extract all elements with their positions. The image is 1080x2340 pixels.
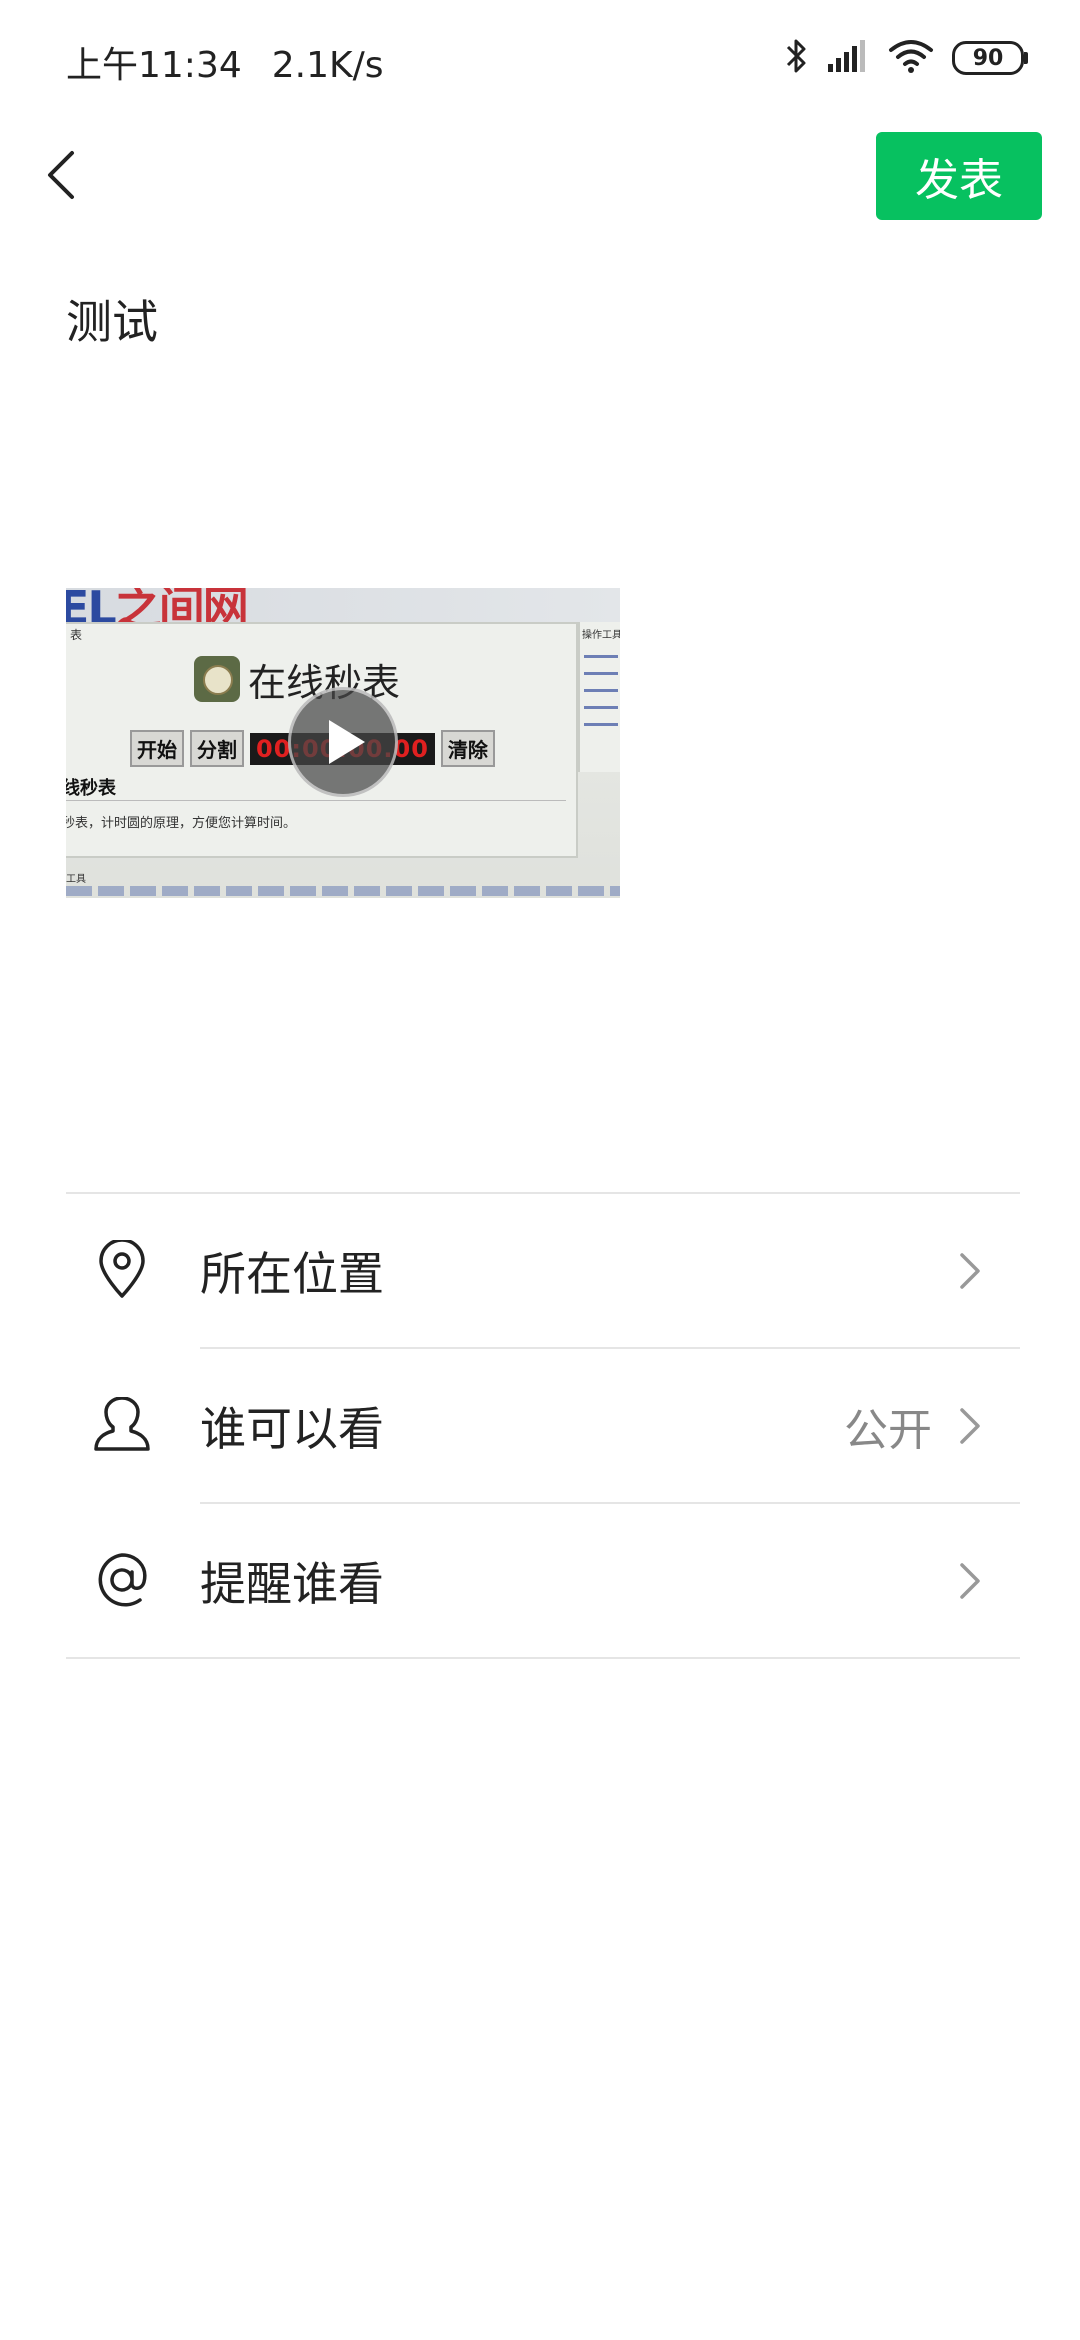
publish-button[interactable]: 发表 bbox=[876, 132, 1042, 220]
visibility-value: 公开 bbox=[844, 1405, 932, 1456]
video-thumbnail[interactable]: EL之间网 表 操作工具 在线秒表 开始 分割 00:00:00.00 清除 线… bbox=[66, 588, 620, 898]
stopwatch-icon bbox=[194, 656, 240, 702]
chevron-left-icon bbox=[48, 151, 74, 199]
video-clear-label: 清除 bbox=[440, 730, 495, 767]
play-icon bbox=[329, 720, 365, 764]
video-side-link bbox=[584, 655, 618, 658]
video-description: 秒表，计时圆的原理，方便您计算时间。 bbox=[66, 816, 297, 831]
video-side-panel: 操作工具 bbox=[578, 622, 620, 772]
location-label: 所在位置 bbox=[200, 1247, 384, 1301]
video-side-link bbox=[584, 723, 618, 726]
battery-icon: 90 bbox=[952, 41, 1028, 75]
video-side-link bbox=[584, 689, 618, 692]
video-footer-links bbox=[66, 886, 620, 896]
network-speed: 2.1K/s bbox=[271, 45, 384, 86]
status-left: 上午11:34 2.1K/s bbox=[66, 36, 414, 88]
location-item[interactable]: 所在位置 bbox=[66, 1194, 1020, 1348]
video-site-header: EL之间网 bbox=[66, 588, 620, 635]
status-time: 上午11:34 bbox=[66, 45, 242, 86]
back-button[interactable] bbox=[26, 140, 96, 210]
signal-icon bbox=[828, 40, 870, 76]
bluetooth-icon bbox=[784, 36, 810, 80]
chevron-right-icon bbox=[960, 1408, 980, 1444]
play-button[interactable] bbox=[288, 687, 398, 797]
status-bar: 上午11:34 2.1K/s 90 bbox=[0, 0, 1080, 120]
wifi-icon bbox=[888, 38, 934, 78]
video-start-label: 开始 bbox=[130, 730, 184, 767]
post-text[interactable]: 测试 bbox=[66, 286, 158, 352]
video-section-title: 线秒表 bbox=[66, 778, 116, 799]
video-side-link bbox=[584, 672, 618, 675]
chevron-right-icon bbox=[960, 1253, 980, 1289]
battery-level: 90 bbox=[972, 45, 1004, 71]
status-icons: 90 bbox=[784, 36, 1028, 80]
location-pin-icon bbox=[90, 1238, 154, 1302]
chevron-right-icon bbox=[960, 1563, 980, 1599]
visibility-label: 谁可以看 bbox=[200, 1402, 384, 1456]
video-side-link bbox=[584, 706, 618, 709]
video-footer-label: 工具 bbox=[66, 874, 86, 885]
video-split-label: 分割 bbox=[190, 730, 244, 767]
video-side-title: 操作工具 bbox=[582, 630, 620, 641]
list-divider-bottom bbox=[66, 1657, 1020, 1659]
video-panel-label: 表 bbox=[70, 628, 83, 642]
at-icon bbox=[90, 1548, 154, 1612]
video-divider bbox=[66, 800, 566, 801]
mention-item[interactable]: 提醒谁看 bbox=[66, 1504, 1020, 1658]
mention-label: 提醒谁看 bbox=[200, 1557, 384, 1611]
visibility-item[interactable]: 谁可以看 公开 bbox=[66, 1349, 1020, 1503]
person-icon bbox=[90, 1393, 154, 1457]
